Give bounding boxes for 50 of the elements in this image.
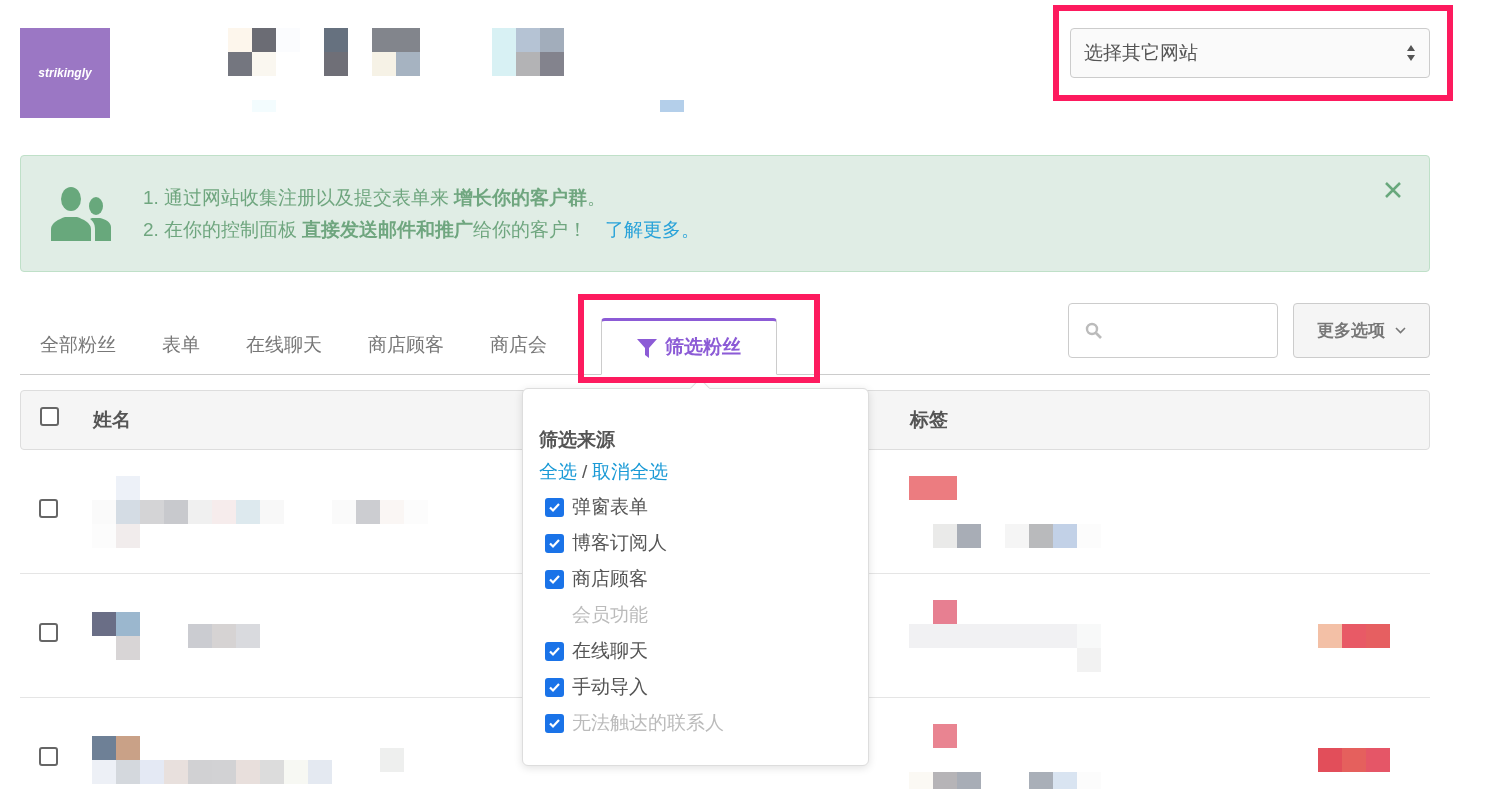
- sort-arrows-icon: [1406, 43, 1416, 63]
- pixelated-block-drawing: [492, 28, 564, 76]
- option-label: 手动导入: [572, 674, 648, 699]
- tab[interactable]: 筛选粉丝: [601, 318, 777, 375]
- pixelated-block-drawing: [1318, 747, 1390, 772]
- search-icon: [1085, 321, 1103, 340]
- option-label: 商店顾客: [572, 566, 648, 591]
- option-label: 在线聊天: [572, 638, 648, 663]
- tab[interactable]: 全部粉丝: [20, 317, 136, 374]
- tab[interactable]: 商店顾客: [348, 317, 464, 374]
- notice-text: 1. 通过网站收集注册以及提交表单来 增长你的客户群。: [143, 185, 608, 210]
- checkbox[interactable]: [40, 407, 59, 426]
- popover-title: 筛选来源: [539, 428, 616, 452]
- tab[interactable]: 在线聊天: [226, 317, 342, 374]
- checkbox[interactable]: [545, 497, 564, 517]
- chevron-down-icon: [1395, 327, 1406, 334]
- pixelated-block-drawing: [372, 28, 420, 76]
- tab[interactable]: 表单: [142, 317, 220, 374]
- option-label: 弹窗表单: [572, 494, 648, 519]
- search-field[interactable]: [1068, 303, 1278, 358]
- checkbox[interactable]: [39, 498, 58, 518]
- column-header: 姓名: [93, 407, 131, 432]
- option-label: 无法触达的联系人: [572, 710, 724, 735]
- checkbox[interactable]: [545, 533, 564, 553]
- logo[interactable]: strikingly: [20, 28, 110, 118]
- learn-more-link[interactable]: 了解更多。: [605, 213, 701, 246]
- checkbox[interactable]: [545, 569, 564, 589]
- site-select[interactable]: 选择其它网站: [1070, 28, 1430, 78]
- more-options-button[interactable]: 更多选项: [1293, 303, 1430, 358]
- option-label: 博客订阅人: [572, 530, 667, 555]
- column-header: 标签: [910, 407, 948, 432]
- pixelated-block-drawing: [660, 100, 684, 112]
- tab[interactable]: 商店会: [470, 317, 567, 374]
- close-icon: [1384, 181, 1402, 199]
- filter-icon: [637, 337, 657, 358]
- select-all-link[interactable]: 全选: [539, 455, 577, 489]
- notice-text: 2. 在你的控制面板 直接发送邮件和推广给你的客户！: [143, 217, 588, 242]
- checkbox[interactable]: [39, 746, 58, 766]
- deselect-all-link[interactable]: 取消全选: [592, 455, 669, 489]
- pixelated-block-drawing: [188, 623, 260, 648]
- checkbox[interactable]: [39, 622, 58, 642]
- people-icon: [51, 186, 111, 241]
- pixelated-block-drawing: [324, 28, 348, 76]
- pixelated-block-drawing: [1318, 623, 1390, 648]
- checkbox[interactable]: [545, 677, 564, 697]
- pixelated-block-drawing: [92, 611, 140, 660]
- option-label: 会员功能: [572, 602, 648, 627]
- separator: /: [582, 460, 588, 484]
- checkbox[interactable]: [545, 641, 564, 661]
- close-button[interactable]: [1383, 180, 1403, 200]
